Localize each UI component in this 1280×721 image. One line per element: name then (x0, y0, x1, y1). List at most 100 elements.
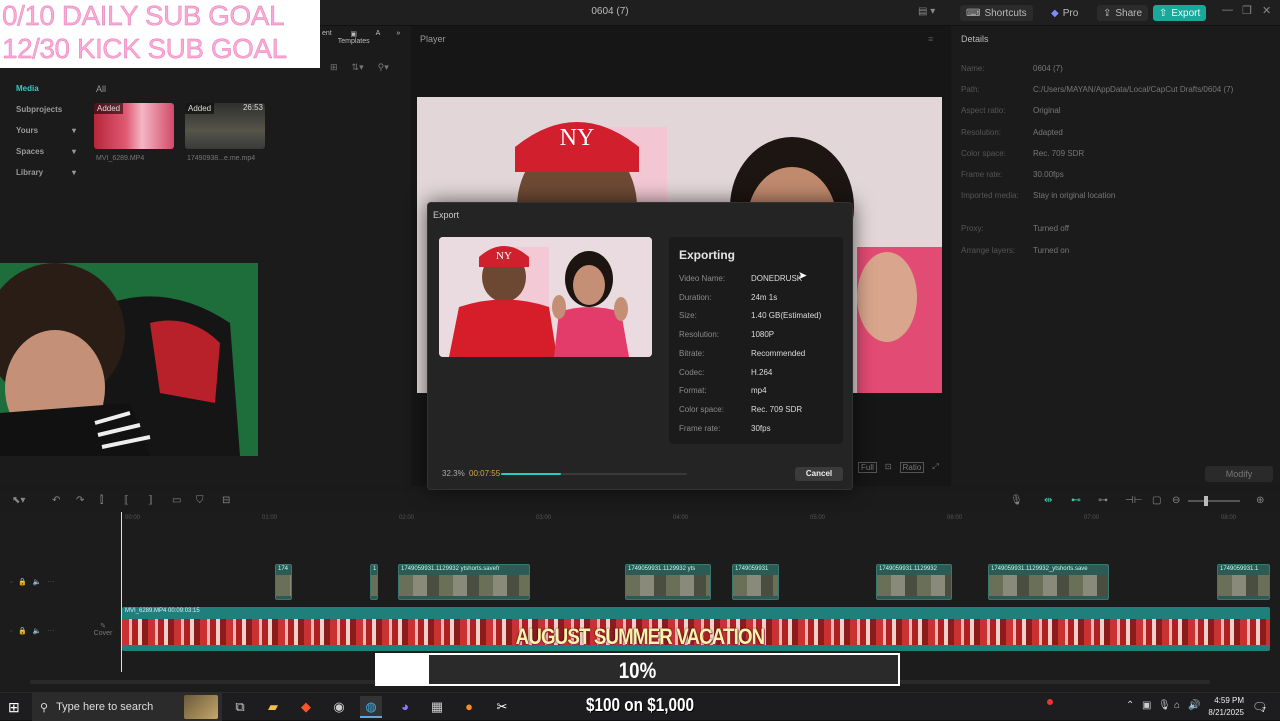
ratio-button[interactable]: Ratio (899, 462, 925, 473)
timeline-clip[interactable]: 174 (275, 564, 292, 600)
split-icon[interactable]: ⫿ (100, 495, 103, 506)
tab-ai[interactable]: A (376, 30, 381, 45)
fullscreen-icon[interactable]: ⤢ (932, 462, 938, 473)
share-button[interactable]: ⇪ Share (1097, 5, 1149, 21)
more-icon[interactable]: ⋯ (47, 579, 54, 586)
system-clock[interactable]: 4:59 PM 8/21/2025 (1190, 695, 1244, 719)
preview-axis-icon[interactable]: ⊣⊢ (1125, 495, 1142, 506)
split-right-icon[interactable]: ⟧ (148, 495, 153, 506)
zoom-slider[interactable] (1188, 496, 1240, 506)
windows-start-icon[interactable]: ⊞ (8, 699, 20, 716)
tab-element[interactable]: ent (322, 30, 332, 45)
redo-icon[interactable]: ↷ (76, 495, 84, 506)
meet-now-icon[interactable]: ▣ (1142, 700, 1151, 711)
sidebar-item-library[interactable]: Library ▾ (8, 162, 84, 183)
search-icon: ⚲ (40, 701, 49, 714)
capcut-icon[interactable]: ✂ (491, 699, 513, 715)
timeline-clip[interactable]: 1749059931.1129932_ytshorts.save (988, 564, 1109, 600)
detail-key: Imported media: (961, 191, 1019, 201)
filter-icon[interactable]: ⚲▾ (378, 62, 389, 73)
export-setting-row: Duration: 24m 1s (679, 293, 777, 302)
edge-browser-icon[interactable]: ◍ (360, 696, 382, 718)
grid-view-icon[interactable]: ⊞ (330, 62, 338, 73)
obs-icon[interactable]: ◉ (328, 699, 350, 715)
search-highlight-image (184, 695, 218, 719)
sidebar-item-media[interactable]: Media (8, 78, 84, 99)
timeline-clip[interactable]: 1749059931.1129932 yts (625, 564, 711, 600)
detail-row: Arrange layers: Turned on (961, 246, 1069, 255)
magnet-icon[interactable]: ⊷ (1071, 495, 1081, 506)
timeline-clip[interactable]: 1749059931.1129932 ytshorts.savefr (398, 564, 530, 600)
clip-label: 1749059931.1129932_ytshorts.save (991, 566, 1088, 572)
firefox-icon[interactable]: ● (458, 699, 480, 714)
export-setting-row: Bitrate: Recommended (679, 349, 805, 358)
close-icon[interactable]: ✕ (1262, 4, 1271, 17)
menu-icon[interactable]: ≡ (928, 34, 933, 44)
media-thumbnail[interactable]: Added 26:53 (185, 103, 265, 149)
export-setting-value: DONEDRUSK (751, 274, 803, 283)
pro-button[interactable]: ◆ Pro (1045, 5, 1084, 21)
undo-icon[interactable]: ↶ (52, 495, 60, 506)
zoom-slider-handle[interactable] (1204, 496, 1208, 506)
select-tool-icon[interactable]: ⬉▾ (12, 495, 25, 506)
delete-icon[interactable]: ▭ (172, 495, 181, 506)
minimize-icon[interactable]: — (1222, 4, 1233, 16)
link-icon[interactable]: ⊶ (1098, 495, 1108, 506)
export-button[interactable]: ⇧ Export (1153, 5, 1207, 21)
split-left-icon[interactable]: ⟦ (124, 495, 129, 506)
sidebar-item-yours[interactable]: Yours ▾ (8, 120, 84, 141)
eye-icon[interactable]: ▫ (10, 579, 12, 586)
timeline-clip[interactable]: 1749059931.1129932 (876, 564, 952, 600)
cover-button[interactable]: ✎ Cover (88, 622, 118, 644)
template-icon: ▣ (350, 31, 357, 38)
timeline-clip[interactable]: 1749059931.1 (1217, 564, 1270, 600)
microphone-icon[interactable]: 🎙 (1158, 700, 1171, 711)
donation-goal-bar: 10% (375, 653, 900, 686)
modify-button[interactable]: Modify (1205, 466, 1273, 482)
caption-icon[interactable]: ⊟ (222, 495, 230, 506)
cancel-button[interactable]: Cancel (795, 467, 843, 481)
collapse-icon[interactable]: » (396, 30, 400, 45)
sidebar-item-spaces[interactable]: Spaces ▾ (8, 141, 84, 162)
zoom-in-icon[interactable]: ⊕ (1256, 495, 1264, 506)
lock-icon[interactable]: 🔒 (18, 579, 27, 586)
subtitle-icon[interactable]: ▢ (1152, 495, 1161, 506)
discord-icon[interactable]: ◕ (394, 699, 416, 714)
tab-templates[interactable]: ▣ Templates (338, 30, 370, 45)
task-view-icon[interactable]: ⧉ (229, 699, 251, 715)
link-main-track-icon[interactable]: ⇹ (1044, 495, 1052, 506)
file-explorer-icon[interactable]: ▰ (262, 699, 284, 715)
sort-icon[interactable]: ⇅▾ (352, 62, 364, 73)
donation-goal-percent: 10% (618, 658, 657, 683)
audio-icon[interactable]: 🔈 (33, 628, 42, 635)
layout-icon[interactable]: ▤ ▾ (918, 6, 935, 17)
more-icon[interactable]: ⋯ (47, 628, 54, 635)
filter-all[interactable]: All (96, 84, 106, 94)
export-dialog: Export NY Exporting Video Name: DONEDRUSK… (427, 202, 853, 490)
audio-icon[interactable]: 🔈 (33, 579, 42, 586)
shortcuts-button[interactable]: ⌨ Shortcuts (960, 5, 1033, 21)
donation-goal-amount: $100 on $1,000 (585, 695, 695, 715)
timeline-clip[interactable]: 1 (370, 564, 378, 600)
playhead[interactable] (121, 512, 122, 672)
zoom-icon[interactable]: ⊡ (885, 462, 892, 473)
media-thumbnail[interactable]: Added (94, 103, 174, 149)
microphone-icon[interactable]: 🎙 (1010, 495, 1023, 506)
network-icon[interactable]: ⌂ (1174, 700, 1180, 711)
restore-icon[interactable]: ❐ (1242, 4, 1252, 17)
zoom-out-icon[interactable]: ⊖ (1172, 495, 1180, 506)
eye-icon[interactable]: ▫ (10, 628, 12, 635)
sidebar-item-subprojects[interactable]: Subprojects (8, 99, 84, 120)
clock-time: 4:59 PM (1214, 696, 1244, 705)
export-setting-value: mp4 (751, 386, 767, 396)
brave-browser-icon[interactable]: ◆ (295, 699, 317, 715)
detail-key: Name: (961, 64, 985, 73)
timeline-clip[interactable]: 1749059931 (732, 564, 779, 600)
calculator-icon[interactable]: ▦ (426, 699, 448, 715)
shield-icon[interactable]: ⛉ (196, 495, 204, 506)
lock-icon[interactable]: 🔒 (18, 628, 27, 635)
taskbar-search[interactable]: ⚲ Type here to search (32, 693, 222, 721)
full-button[interactable]: Full (858, 462, 877, 473)
chevron-up-icon[interactable]: ⌃ (1126, 700, 1134, 711)
detail-value: Original (1033, 106, 1061, 116)
